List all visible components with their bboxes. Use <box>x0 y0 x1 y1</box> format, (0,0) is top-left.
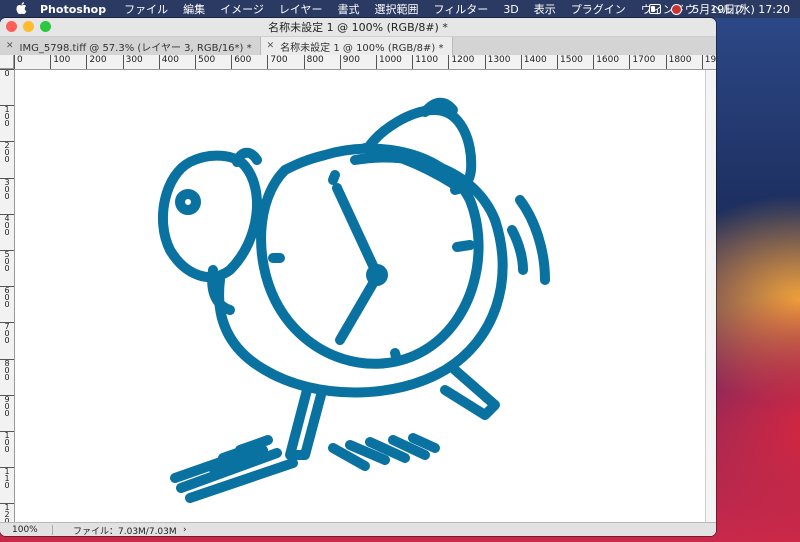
ruler-tick-label: 8 0 0 <box>0 358 14 381</box>
zoom-window-button[interactable] <box>40 21 51 32</box>
menu-type[interactable]: 書式 <box>338 1 360 17</box>
photoshop-window: 名称未設定 1 @ 100% (RGB/8#) * ✕ IMG_5798.tif… <box>0 18 716 536</box>
menu-select[interactable]: 選択範囲 <box>375 1 419 17</box>
ruler-tick-label: 4 0 0 <box>0 213 14 236</box>
menu-file[interactable]: ファイル <box>124 1 168 17</box>
ruler-tick-label: 900 <box>339 55 360 69</box>
ruler-tick-label: 5 0 0 <box>0 250 14 273</box>
window-title: 名称未設定 1 @ 100% (RGB/8#) * <box>268 21 448 34</box>
status-menu-arrow-icon[interactable]: › <box>183 525 187 535</box>
ruler-tick-label: 7 0 0 <box>0 322 14 345</box>
horizontal-ruler[interactable]: 0 100 200 300 400 500 600 700 800 900 1000 1100 1200… <box>14 55 716 70</box>
ruler-tick-label: 1 0 0 <box>0 431 14 454</box>
menu-filter[interactable]: フィルター <box>434 1 489 17</box>
tab-label: 名称未設定 1 @ 100% (RGB/8#) * <box>280 42 444 54</box>
ruler-tick-label: 0 <box>14 55 23 69</box>
menu-layer[interactable]: レイヤー <box>279 1 323 17</box>
tab-img-5798[interactable]: ✕ IMG_5798.tiff @ 57.3% (レイヤー 3, RGB/16*… <box>0 37 261 55</box>
menu-view[interactable]: 表示 <box>534 1 556 17</box>
ruler-tick-label: 1 0 0 <box>0 105 14 128</box>
menu-edit[interactable]: 編集 <box>183 1 205 17</box>
menubar-clock[interactable]: 5月19日(水) 17:20 <box>692 1 790 17</box>
menu-bar: Photoshop ファイル 編集 イメージ レイヤー 書式 選択範囲 フィルタ… <box>0 0 800 18</box>
ruler-tick-label: 1200 <box>448 55 474 69</box>
ruler-tick-label: 200 <box>86 55 107 69</box>
ruler-tick-label: 400 <box>158 55 179 69</box>
ruler-tick-label: 1800 <box>665 55 692 69</box>
ruler-tick-label: 1100 <box>412 55 438 69</box>
ruler-tick-label: 1500 <box>557 55 583 69</box>
window-titlebar[interactable]: 名称未設定 1 @ 100% (RGB/8#) * <box>0 18 716 37</box>
menu-image[interactable]: イメージ <box>220 1 264 17</box>
ruler-tick-label: 0 <box>0 69 14 78</box>
menu-3d[interactable]: 3D <box>503 3 518 16</box>
ruler-tick-label: 6 0 0 <box>0 286 14 309</box>
menu-plugins[interactable]: プラグイン <box>571 1 626 17</box>
ruler-tick-label: 19 <box>701 55 716 69</box>
close-window-button[interactable] <box>6 21 17 32</box>
ruler-tick-label: 600 <box>231 55 251 69</box>
control-center-icon[interactable] <box>649 4 662 14</box>
document-canvas[interactable] <box>15 70 705 536</box>
close-tab-icon[interactable]: ✕ <box>267 41 275 51</box>
zoom-level[interactable]: 100% <box>0 525 53 535</box>
ruler-tick-label: 1 1 0 <box>0 467 14 490</box>
ruler-tick-label: 9 0 0 <box>0 394 14 417</box>
ruler-tick-label: 300 <box>122 55 143 69</box>
ruler-tick-label: 1400 <box>520 55 547 69</box>
ruler-tick-label: 1700 <box>629 55 655 69</box>
close-tab-icon[interactable]: ✕ <box>6 41 14 51</box>
ruler-tick-label: 500 <box>195 55 215 69</box>
app-name[interactable]: Photoshop <box>40 3 106 16</box>
tab-label: IMG_5798.tiff @ 57.3% (レイヤー 3, RGB/16*) … <box>19 42 252 54</box>
file-size-info: ファイル：7.03M/7.03M <box>73 526 177 537</box>
vertical-scrollbar[interactable] <box>705 70 716 536</box>
document-tabs: ✕ IMG_5798.tiff @ 57.3% (レイヤー 3, RGB/16*… <box>0 37 716 56</box>
apple-icon[interactable] <box>14 1 28 17</box>
status-bar: 100% ファイル：7.03M/7.03M › <box>0 522 716 536</box>
user-avatar-icon[interactable] <box>671 3 683 15</box>
ruler-tick-label: 1000 <box>376 55 402 69</box>
ruler-tick-label: 100 <box>50 55 70 69</box>
ruler-corner[interactable] <box>0 55 14 69</box>
ruler-tick-label: 1300 <box>484 55 511 69</box>
ruler-tick-label: 2 0 0 <box>0 141 14 164</box>
ruler-tick-label: 700 <box>267 55 288 69</box>
minimize-window-button[interactable] <box>23 21 34 32</box>
tab-untitled-1[interactable]: ✕ 名称未設定 1 @ 100% (RGB/8#) * <box>260 37 453 55</box>
vertical-ruler[interactable]: 0 1 0 0 2 0 0 3 0 0 4 0 0 5 0 0 6 0 0 7 0 0 8 0 … <box>0 69 15 536</box>
ruler-tick-label: 3 0 0 <box>0 177 14 200</box>
alarm-clock-drawing <box>158 97 550 503</box>
ruler-tick-label: 800 <box>303 55 324 69</box>
ruler-tick-label: 1600 <box>593 55 619 69</box>
